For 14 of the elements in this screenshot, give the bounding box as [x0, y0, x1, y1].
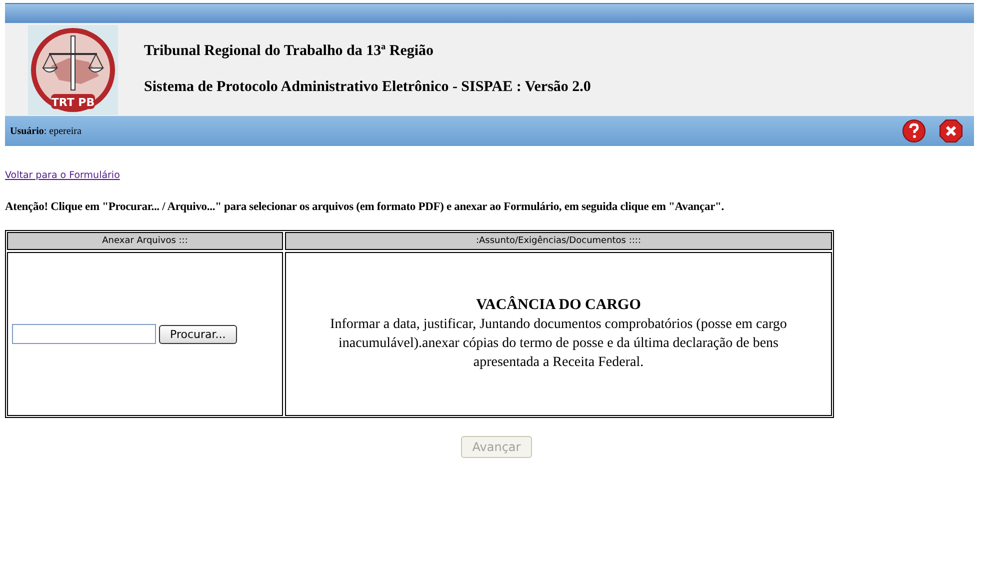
help-button[interactable] — [902, 119, 926, 143]
scales-logo-drawing: TRT PB — [29, 26, 117, 114]
subject-title: VACÂNCIA DO CARGO — [475, 296, 642, 315]
back-link[interactable]: Voltar para o Formulário — [5, 170, 120, 181]
system-subtitle: Sistema de Protocolo Administrativo Eletrônico - SISPAE : Versão 2.0 — [144, 79, 591, 96]
subject-description: Informar a data, justificar, Juntando documentos comprobatórios (posse em cargo inacumulável).anexar cópias do termo de posse e da última declaração de bens apresentada a Receita Federal. — [329, 316, 788, 372]
column-header: :Assunto/Exigências/Documentos :::: — [285, 232, 832, 250]
user-label: Usuário: epereira — [10, 126, 82, 136]
system-title: Tribunal Regional do Trabalho da 13ª Região — [144, 43, 435, 60]
browse-button[interactable]: Procurar... — [159, 324, 237, 344]
file-input-field[interactable] — [12, 324, 156, 344]
column-header: Anexar Arquivos ::: — [7, 232, 283, 250]
instruction-text: Atenção! Clique em "Procurar... / Arquivo..." para selecionar os arquivos (em formato PDF) e anexar ao Formulário, em seguida clique em "Avançar". — [5, 201, 726, 213]
close-button[interactable] — [939, 119, 963, 143]
